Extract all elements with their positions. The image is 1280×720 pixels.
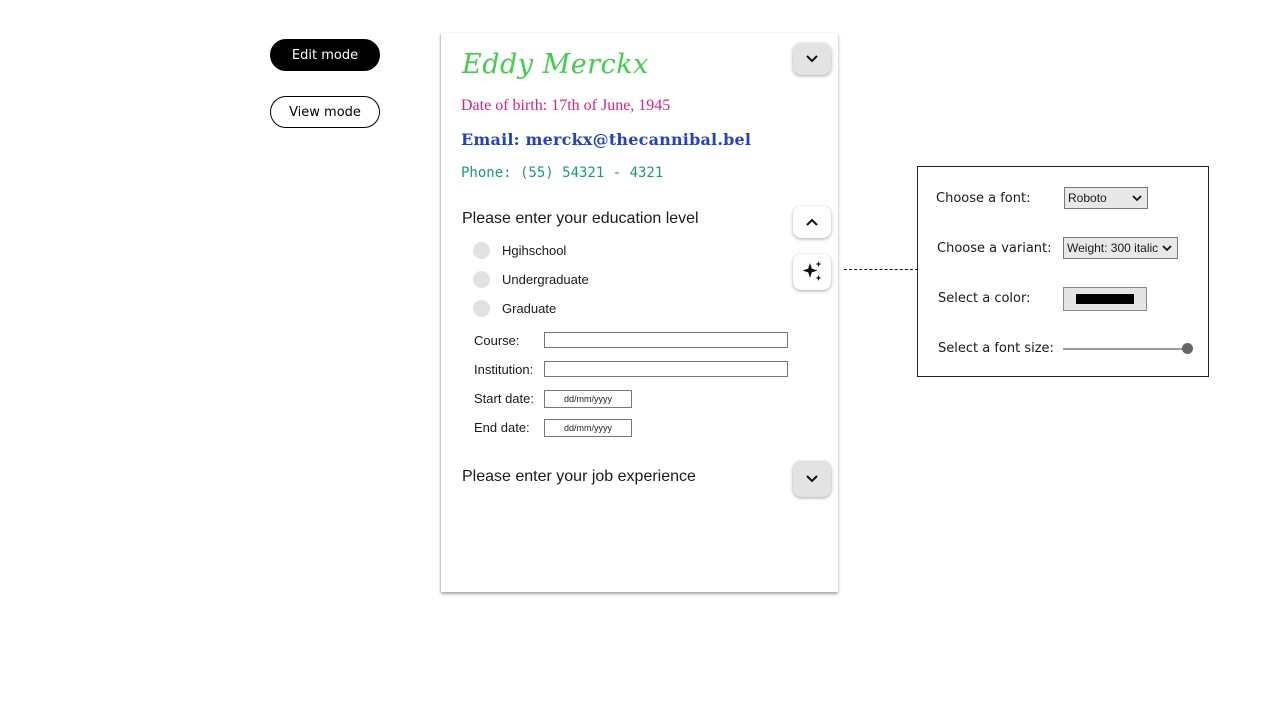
view-mode-button[interactable]: View mode bbox=[270, 96, 380, 128]
profile-name: Eddy Merckx bbox=[462, 49, 649, 80]
job-section-title: Please enter your job experience bbox=[462, 468, 696, 485]
education-option-highschool[interactable]: Hgihschool bbox=[473, 241, 566, 259]
education-option-undergraduate[interactable]: Undergraduate bbox=[473, 270, 589, 288]
sparkles-icon bbox=[802, 261, 822, 281]
education-section-title: Please enter your education level bbox=[462, 210, 699, 227]
color-swatch bbox=[1076, 294, 1134, 304]
course-input[interactable] bbox=[544, 332, 788, 348]
education-option-label: Undergraduate bbox=[502, 271, 589, 287]
start-date-input[interactable]: dd/mm/yyyy bbox=[544, 390, 632, 408]
font-size-slider-track[interactable] bbox=[1063, 348, 1187, 350]
font-label: Choose a font: bbox=[936, 191, 1031, 206]
profile-dob: Date of birth: 17th of June, 1945 bbox=[461, 97, 671, 114]
color-label: Select a color: bbox=[938, 291, 1031, 306]
institution-input[interactable] bbox=[544, 361, 788, 377]
radio-button[interactable] bbox=[473, 270, 490, 288]
education-option-graduate[interactable]: Graduate bbox=[473, 299, 556, 317]
chevron-down-icon bbox=[1132, 195, 1142, 202]
font-size-label: Select a font size: bbox=[938, 341, 1054, 356]
profile-email: Email: merckx@thecannibal.bel bbox=[461, 130, 752, 149]
style-panel: Choose a font: Roboto Choose a variant: … bbox=[917, 166, 1209, 377]
education-option-label: Hgihschool bbox=[502, 242, 567, 258]
panel-connector bbox=[844, 269, 918, 270]
style-editor-button[interactable] bbox=[793, 254, 831, 290]
start-date-label: Start date: bbox=[474, 391, 534, 406]
radio-button[interactable] bbox=[473, 299, 490, 317]
radio-button[interactable] bbox=[473, 241, 490, 259]
font-size-slider-thumb[interactable] bbox=[1182, 343, 1193, 354]
chevron-up-icon bbox=[806, 218, 818, 226]
end-date-input[interactable]: dd/mm/yyyy bbox=[544, 419, 632, 437]
variant-select-value: Weight: 300 italic bbox=[1067, 241, 1159, 255]
collapse-education-button[interactable] bbox=[793, 206, 831, 238]
profile-card: Eddy Merckx Date of birth: 17th of June,… bbox=[441, 33, 838, 592]
color-picker[interactable] bbox=[1063, 287, 1147, 311]
font-select[interactable]: Roboto bbox=[1064, 187, 1148, 209]
font-select-value: Roboto bbox=[1068, 191, 1107, 205]
expand-job-button[interactable] bbox=[793, 461, 831, 497]
edit-mode-button[interactable]: Edit mode bbox=[270, 39, 380, 71]
expand-profile-button[interactable] bbox=[793, 43, 831, 75]
institution-label: Institution: bbox=[474, 362, 534, 377]
chevron-down-icon bbox=[806, 55, 818, 63]
chevron-down-icon bbox=[806, 475, 818, 483]
course-label: Course: bbox=[474, 333, 520, 348]
education-option-label: Graduate bbox=[502, 300, 557, 316]
profile-phone: Phone: (55) 54321 - 4321 bbox=[461, 165, 664, 181]
end-date-label: End date: bbox=[474, 420, 530, 435]
variant-select[interactable]: Weight: 300 italic bbox=[1063, 237, 1178, 259]
chevron-down-icon bbox=[1162, 245, 1172, 252]
variant-label: Choose a variant: bbox=[937, 241, 1052, 256]
